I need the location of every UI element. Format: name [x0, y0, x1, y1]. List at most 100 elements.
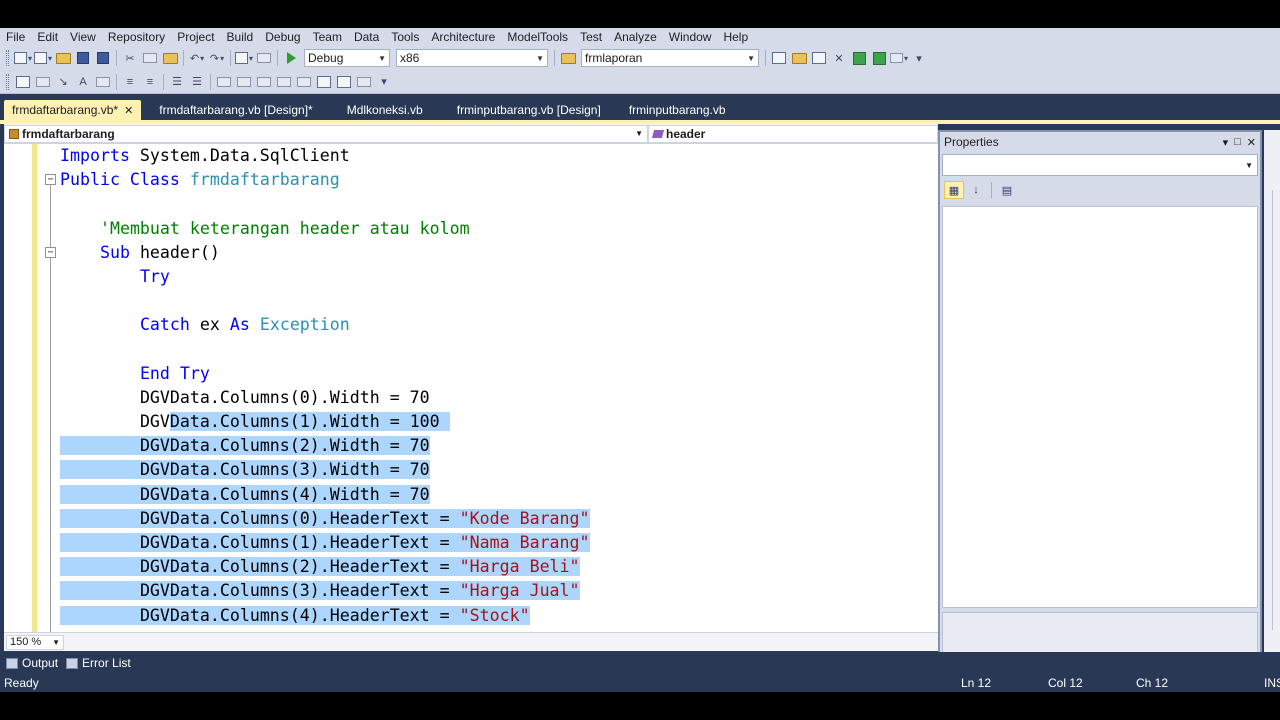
- find-combo[interactable]: frmlaporan ▼: [581, 49, 759, 67]
- redo-icon[interactable]: ↷: [208, 50, 226, 66]
- tab-frminputbarang-design[interactable]: frminputbarang.vb [Design]: [449, 100, 609, 120]
- menu-project[interactable]: Project: [171, 30, 220, 44]
- property-grid[interactable]: [942, 206, 1258, 608]
- maximize-icon[interactable]: □: [1234, 136, 1241, 149]
- code-area[interactable]: − − Imports System.Data.SqlClient Public…: [4, 144, 938, 632]
- solution-explorer-icon[interactable]: [770, 50, 788, 66]
- menu-edit[interactable]: Edit: [31, 30, 64, 44]
- start-page-icon[interactable]: [870, 50, 888, 66]
- toolbar-grip[interactable]: [6, 73, 9, 90]
- menu-debug[interactable]: Debug: [259, 30, 306, 44]
- horizontal-scrollbar[interactable]: [64, 634, 938, 650]
- start-debugging-icon[interactable]: [282, 50, 300, 66]
- menu-bar: File Edit View Repository Project Build …: [0, 28, 1280, 46]
- tab-label: frmdaftarbarang.vb*: [12, 103, 119, 117]
- navigate-forward-icon[interactable]: [255, 50, 273, 66]
- menu-modeltools[interactable]: ModelTools: [501, 30, 574, 44]
- next-bookmark-icon[interactable]: [255, 74, 273, 90]
- toolbar-separator: [765, 50, 766, 66]
- collapse-class-icon[interactable]: −: [45, 174, 56, 185]
- code-lines: Imports System.Data.SqlClient Public Cla…: [60, 144, 938, 628]
- display-word-completion-icon[interactable]: A: [74, 74, 92, 90]
- toolbar-options-icon[interactable]: ▾: [375, 74, 393, 90]
- display-object-member-list-icon[interactable]: [14, 74, 32, 90]
- previous-bookmark-in-document-icon[interactable]: [315, 74, 333, 90]
- code-keyword: End Try: [139, 363, 210, 383]
- code-selection: DGVData.Columns(3).Width = 70: [60, 460, 430, 480]
- tab-mdlkoneksi-vb[interactable]: Mdlkoneksi.vb: [339, 100, 431, 120]
- clear-bookmarks-icon[interactable]: [355, 74, 373, 90]
- outline-icon[interactable]: [94, 74, 112, 90]
- add-item-icon[interactable]: [34, 50, 52, 66]
- tab-error-list[interactable]: Error List: [66, 656, 131, 670]
- categorized-icon[interactable]: ▦: [944, 181, 964, 199]
- open-folder-icon[interactable]: [54, 50, 72, 66]
- comment-out-icon[interactable]: ☰: [168, 74, 186, 90]
- previous-bookmark-icon[interactable]: [235, 74, 253, 90]
- toggle-bookmark-icon[interactable]: [215, 74, 233, 90]
- next-bookmark-in-document-icon[interactable]: [335, 74, 353, 90]
- menu-help[interactable]: Help: [717, 30, 754, 44]
- tab-output[interactable]: Output: [6, 656, 58, 670]
- undo-icon[interactable]: ↶: [188, 50, 206, 66]
- save-all-icon[interactable]: [94, 50, 112, 66]
- method-name-select[interactable]: header: [648, 124, 938, 143]
- code-comment: 'Membuat keterangan header atau kolom: [99, 218, 470, 238]
- code-keyword: Public Class: [60, 170, 180, 190]
- toolbar-separator: [277, 50, 278, 66]
- menu-window[interactable]: Window: [663, 30, 718, 44]
- display-quick-info-icon[interactable]: ↘: [54, 74, 72, 90]
- tab-frmdaftarbarang-design[interactable]: frmdaftarbarang.vb [Design]*: [151, 100, 320, 120]
- property-pages-icon[interactable]: ▤: [997, 181, 1017, 199]
- menu-data[interactable]: Data: [348, 30, 385, 44]
- alphabetical-icon[interactable]: ↓: [966, 181, 986, 199]
- decrease-indent-icon[interactable]: ≡: [121, 74, 139, 90]
- close-icon[interactable]: ✕: [1247, 136, 1256, 149]
- window-buttons: ▾ □ ✕: [1223, 136, 1256, 149]
- letterbox-top: [0, 0, 1280, 28]
- collapse-sub-icon[interactable]: −: [45, 247, 56, 258]
- menu-architecture[interactable]: Architecture: [425, 30, 501, 44]
- toolbox-icon[interactable]: ✕: [830, 50, 848, 66]
- display-parameter-info-icon[interactable]: [34, 74, 52, 90]
- new-project-icon[interactable]: [14, 50, 32, 66]
- change-tracking-margin: [32, 144, 37, 632]
- toolbar-grip[interactable]: [6, 50, 9, 66]
- uncomment-icon[interactable]: ☰: [188, 74, 206, 90]
- solution-platform-select[interactable]: x86 ▼: [396, 49, 548, 67]
- increase-indent-icon[interactable]: ≡: [141, 74, 159, 90]
- menu-build[interactable]: Build: [221, 30, 260, 44]
- menu-analyze[interactable]: Analyze: [608, 30, 663, 44]
- extension-manager-icon[interactable]: [850, 50, 868, 66]
- toolbar-options-icon[interactable]: ▾: [910, 50, 928, 66]
- navigate-backward-icon[interactable]: [235, 50, 253, 66]
- menu-tools[interactable]: Tools: [385, 30, 425, 44]
- menu-test[interactable]: Test: [574, 30, 608, 44]
- cut-icon[interactable]: ✂: [121, 50, 139, 66]
- tab-frmdaftarbarang-vb[interactable]: frmdaftarbarang.vb* ✕: [4, 100, 142, 120]
- window-position-icon[interactable]: ▾: [1223, 136, 1229, 149]
- object-select[interactable]: ▼: [942, 154, 1258, 176]
- solution-configuration-select[interactable]: Debug ▼: [304, 49, 390, 67]
- tab-frminputbarang-vb[interactable]: frminputbarang.vb: [621, 100, 734, 120]
- chevron-down-icon: ▼: [378, 53, 386, 63]
- properties-window-icon[interactable]: [790, 50, 808, 66]
- next-bookmark-in-folder-icon[interactable]: [295, 74, 313, 90]
- object-browser-icon[interactable]: [810, 50, 828, 66]
- menu-team[interactable]: Team: [307, 30, 348, 44]
- code-text: DGVData.Columns(4).HeaderText =: [139, 605, 460, 625]
- paste-icon[interactable]: [161, 50, 179, 66]
- class-name-select[interactable]: frmdaftarbarang ▼: [4, 124, 648, 143]
- copy-icon[interactable]: [141, 50, 159, 66]
- menu-view[interactable]: View: [64, 30, 102, 44]
- command-window-icon[interactable]: [890, 50, 908, 66]
- previous-bookmark-in-folder-icon[interactable]: [275, 74, 293, 90]
- find-in-files-icon[interactable]: [559, 50, 577, 66]
- chevron-down-icon: ▼: [635, 129, 643, 138]
- menu-repository[interactable]: Repository: [102, 30, 171, 44]
- close-icon[interactable]: ✕: [124, 104, 133, 117]
- menu-file[interactable]: File: [0, 30, 31, 44]
- save-icon[interactable]: [74, 50, 92, 66]
- tab-label: frmdaftarbarang.vb [Design]*: [159, 103, 313, 117]
- zoom-select[interactable]: 150 % ▼: [6, 634, 64, 650]
